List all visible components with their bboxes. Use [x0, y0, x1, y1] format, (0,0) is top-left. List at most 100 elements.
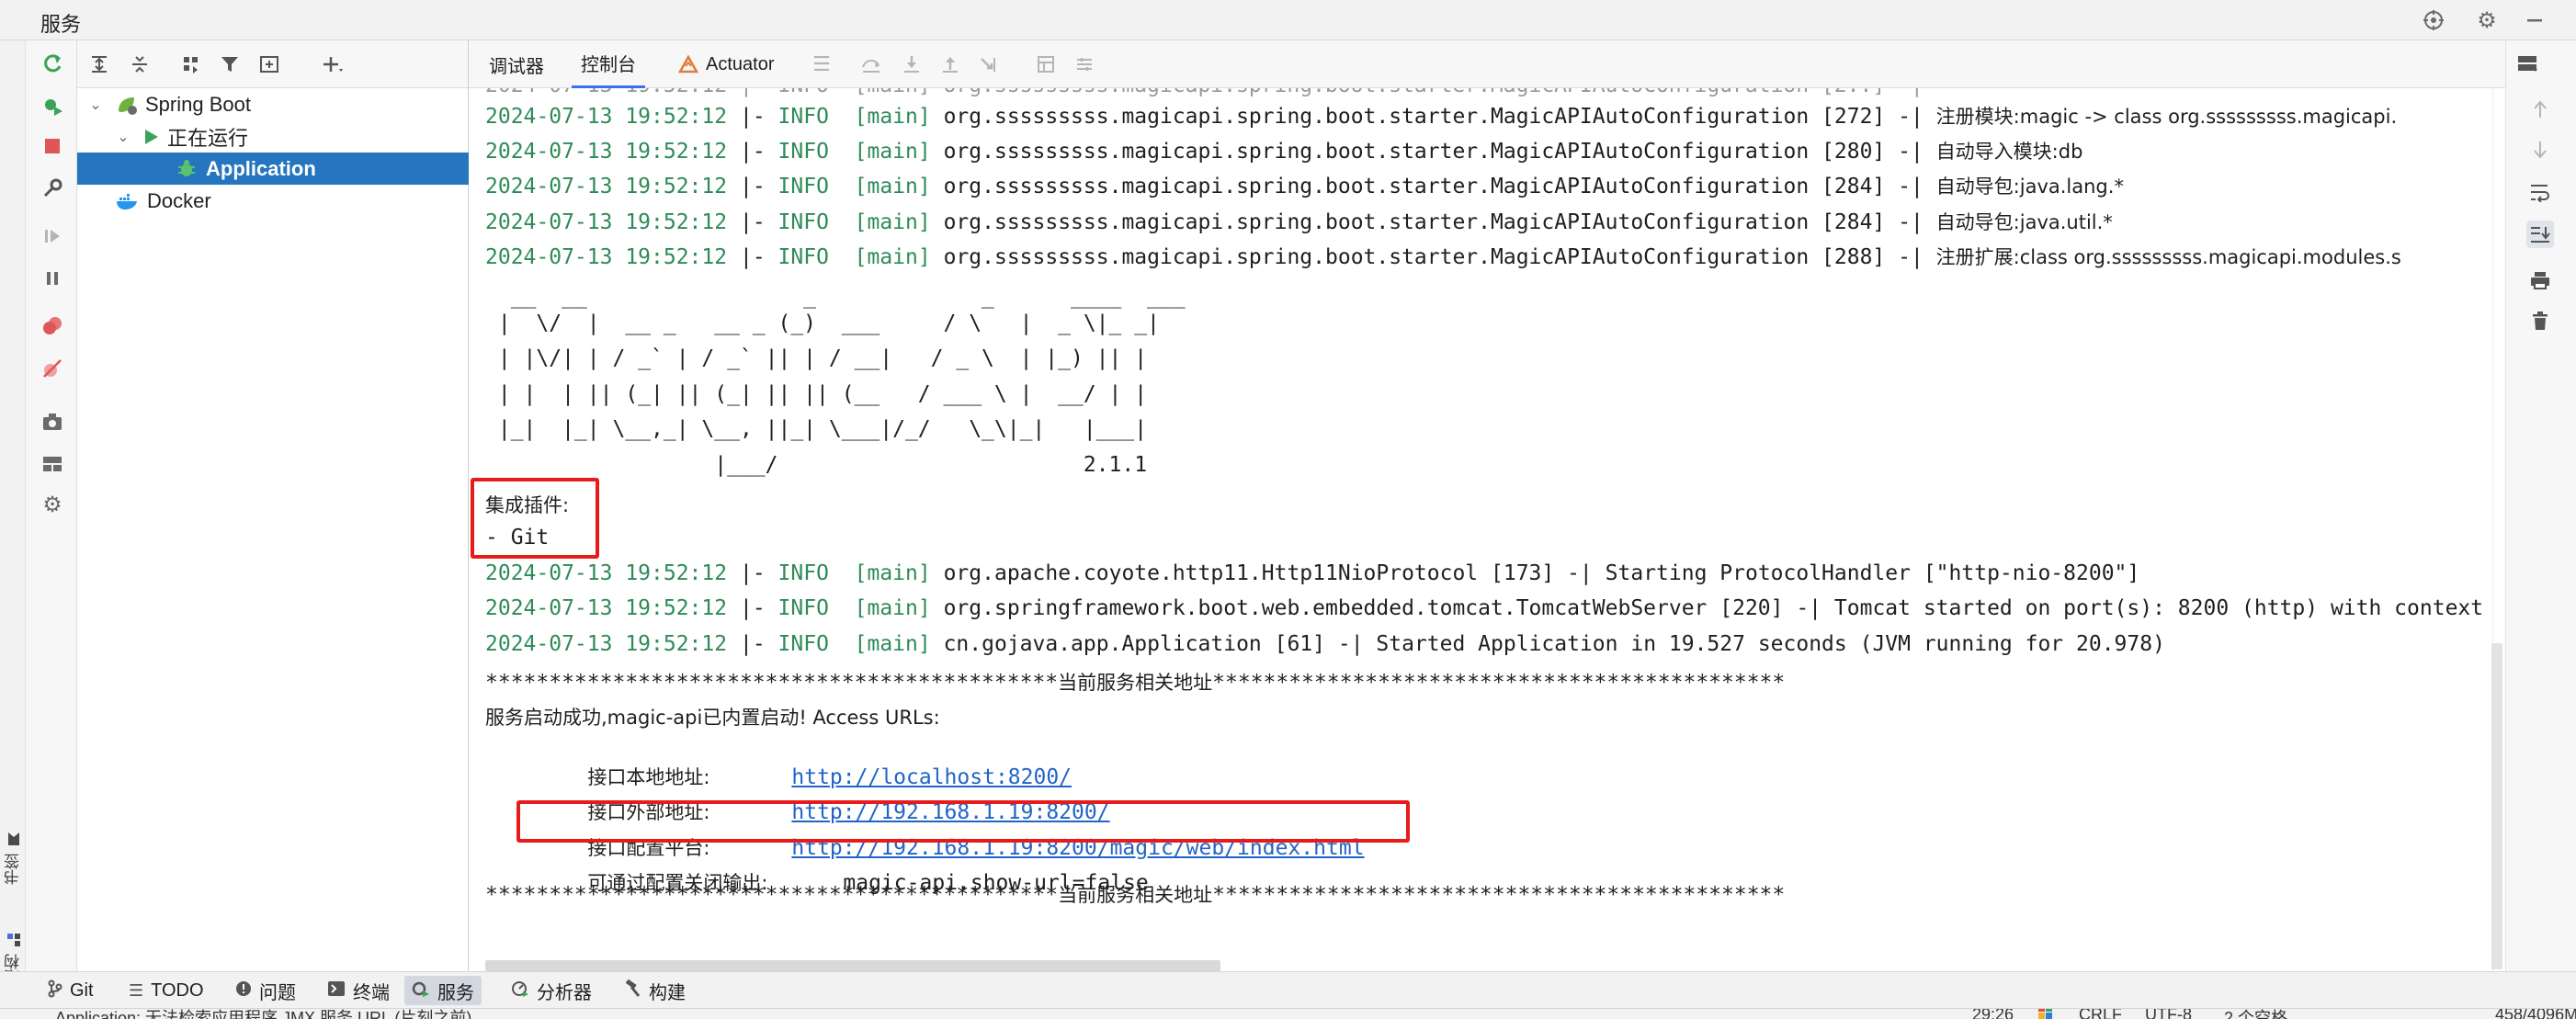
expand-all-icon[interactable] — [86, 51, 112, 77]
debug-run-icon[interactable] — [39, 92, 66, 119]
collapse-all-icon[interactable] — [127, 51, 153, 77]
tab-actuator[interactable]: Actuator — [669, 40, 783, 88]
profiler-icon — [511, 979, 529, 1002]
bottom-tab-label: 问题 — [259, 982, 296, 1003]
stop-icon[interactable] — [39, 132, 66, 160]
add-service-icon[interactable] — [320, 51, 346, 77]
minimize-icon[interactable] — [2520, 6, 2549, 35]
tree-item-label: Docker — [147, 188, 211, 212]
log-line: 2024-07-13 19:52:12 |- INFO [main] org.s… — [485, 245, 2401, 269]
tree-item-label: Application — [206, 156, 316, 180]
tree-item-application[interactable]: Application — [77, 153, 469, 185]
bottom-tab-build[interactable]: 构建 — [616, 976, 693, 1005]
structure-icon — [5, 933, 23, 946]
pause-icon[interactable] — [39, 265, 66, 292]
hammer-icon — [623, 979, 641, 1002]
tool-window-header: 服务 ⚙ — [0, 0, 2576, 40]
tree-item-spring-boot[interactable]: ⌄ Spring Boot — [77, 88, 469, 120]
stars-divider-top: ****************************************… — [485, 671, 1786, 695]
tool-window-title: 服务 — [40, 13, 82, 36]
bookmarks-tab[interactable]: 书签 — [2, 821, 24, 895]
breakpoints-icon[interactable] — [39, 312, 66, 340]
trash-icon[interactable] — [2526, 307, 2554, 334]
highlight-box-plugins — [471, 478, 599, 559]
bottom-tab-terminal[interactable]: 终端 — [320, 976, 397, 1005]
wrench-icon[interactable] — [39, 175, 66, 202]
bottom-tab-label: 分析器 — [537, 982, 592, 1003]
menu-lines-icon[interactable]: ☰ — [809, 51, 834, 77]
new-tab-icon[interactable] — [257, 51, 283, 77]
indent-setting[interactable]: 2 个空格 — [2224, 1009, 2287, 1019]
bottom-tab-services[interactable]: 服务 — [404, 976, 482, 1005]
log-line: 2024-07-13 19:52:12 |- INFO [main] org.s… — [485, 175, 2124, 198]
tree-toolbar — [77, 40, 468, 88]
step-into-icon[interactable] — [899, 51, 925, 77]
tab-debugger[interactable]: 调试器 — [480, 40, 553, 88]
caret-position[interactable]: 29:26 — [1972, 1009, 2014, 1019]
debug-bug-icon — [176, 159, 197, 179]
layout-toggle-icon[interactable] — [2514, 50, 2541, 77]
startup-message: 服务启动成功,magic-api已内置启动! Access URLs: — [485, 707, 940, 729]
chevron-down-icon[interactable]: ⌄ — [86, 96, 105, 114]
services-action-toolbar: ⚙ — [26, 40, 77, 971]
stars-divider-bottom: ****************************************… — [485, 883, 1786, 907]
log-line: 2024-07-13 19:52:12 |- INFO [main] org.a… — [485, 561, 2140, 585]
step-over-icon[interactable] — [858, 51, 884, 77]
banner-line: __ __ _ _ ____ ___ — [485, 285, 1186, 309]
arrow-down-icon[interactable] — [2526, 136, 2554, 164]
tree-item-running[interactable]: ⌄ 正在运行 — [77, 120, 469, 153]
terminal-icon — [327, 980, 346, 1002]
tab-label: 控制台 — [581, 55, 636, 75]
group-by-icon[interactable] — [178, 51, 204, 77]
camera-icon[interactable] — [39, 408, 66, 436]
memory-indicator[interactable]: 458/4096M — [2495, 1009, 2576, 1019]
cut-off-log-line: 2024-07-13 19:52:12 |- INFO [main] org.s… — [485, 88, 1936, 97]
run-to-cursor-icon[interactable] — [976, 51, 1002, 77]
log-line: 2024-07-13 19:52:12 |- INFO [main] org.s… — [485, 596, 2484, 620]
docker-icon — [116, 192, 140, 210]
vertical-scrollbar-thumb[interactable] — [2491, 643, 2502, 969]
scroll-to-end-icon[interactable] — [2526, 221, 2554, 248]
tree-item-docker[interactable]: Docker — [77, 185, 469, 217]
bottom-tab-todo[interactable]: ☰ TODO — [121, 976, 211, 1005]
bottom-tab-problems[interactable]: 问题 — [228, 976, 303, 1005]
console-output[interactable]: 2024-07-13 19:52:12 |- INFO [main] org.s… — [469, 88, 2492, 971]
actuator-icon — [678, 55, 698, 74]
evaluate-icon[interactable] — [1033, 51, 1059, 77]
layout-icon[interactable] — [39, 450, 66, 478]
git-branch-icon — [48, 979, 62, 1002]
gear-icon[interactable]: ⚙ — [2472, 6, 2502, 35]
banner-line: | \/ | __ _ __ _ (_) ___ / \ | _ \|_ _| — [485, 311, 1160, 335]
trace-icon[interactable] — [1072, 51, 1097, 77]
horizontal-scrollbar[interactable] — [485, 960, 1220, 971]
banner-line: |_| |_| \__,_| \__, ||_| \___|/_/ \_\|_|… — [485, 417, 1148, 441]
resume-icon[interactable] — [39, 222, 66, 250]
print-icon[interactable] — [2526, 266, 2554, 294]
bottom-tab-profiler[interactable]: 分析器 — [504, 976, 599, 1005]
bookmarks-label: 书签 — [5, 854, 22, 886]
left-tool-strip: 书签 结构 — [0, 40, 26, 985]
tree-item-label: 正在运行 — [167, 126, 249, 150]
banner-line: |___/ 2.1.1 — [485, 453, 1148, 477]
banner-line: | | | || (_| || (_| || || (__ / ___ \ | … — [485, 382, 1148, 406]
settings-icon[interactable]: ⚙ — [39, 491, 66, 518]
file-encoding[interactable]: UTF-8 — [2145, 1009, 2192, 1019]
tab-console[interactable]: 控制台 — [572, 40, 645, 88]
banner-line: | |\/| | / _` | / _` || | / __| / _ \ | … — [485, 346, 1148, 370]
soft-wrap-icon[interactable] — [2526, 178, 2554, 206]
bottom-tool-window-bar: Git ☰ TODO 问题 终端 服务 分析器 构建 — [0, 971, 2576, 1008]
filter-icon[interactable] — [217, 51, 243, 77]
services-tree-panel: ⌄ Spring Boot ⌄ 正在运行 Application Docker — [77, 40, 469, 971]
target-icon[interactable] — [2419, 6, 2448, 35]
rerun-icon[interactable] — [39, 50, 66, 77]
bottom-tab-label: 服务 — [437, 982, 474, 1003]
arrow-up-icon[interactable] — [2526, 96, 2554, 123]
line-separator[interactable]: CRLF — [2079, 1009, 2122, 1019]
bottom-tab-git[interactable]: Git — [40, 976, 101, 1005]
spring-boot-icon — [116, 95, 138, 115]
chevron-down-icon[interactable]: ⌄ — [114, 128, 132, 146]
step-out-icon[interactable] — [937, 51, 963, 77]
status-message[interactable]: Application: 无法检索应用程序 JMX 服务 URL (片刻之前) — [55, 1009, 471, 1019]
services-icon — [412, 979, 430, 1002]
mute-breakpoints-icon[interactable] — [39, 355, 66, 382]
